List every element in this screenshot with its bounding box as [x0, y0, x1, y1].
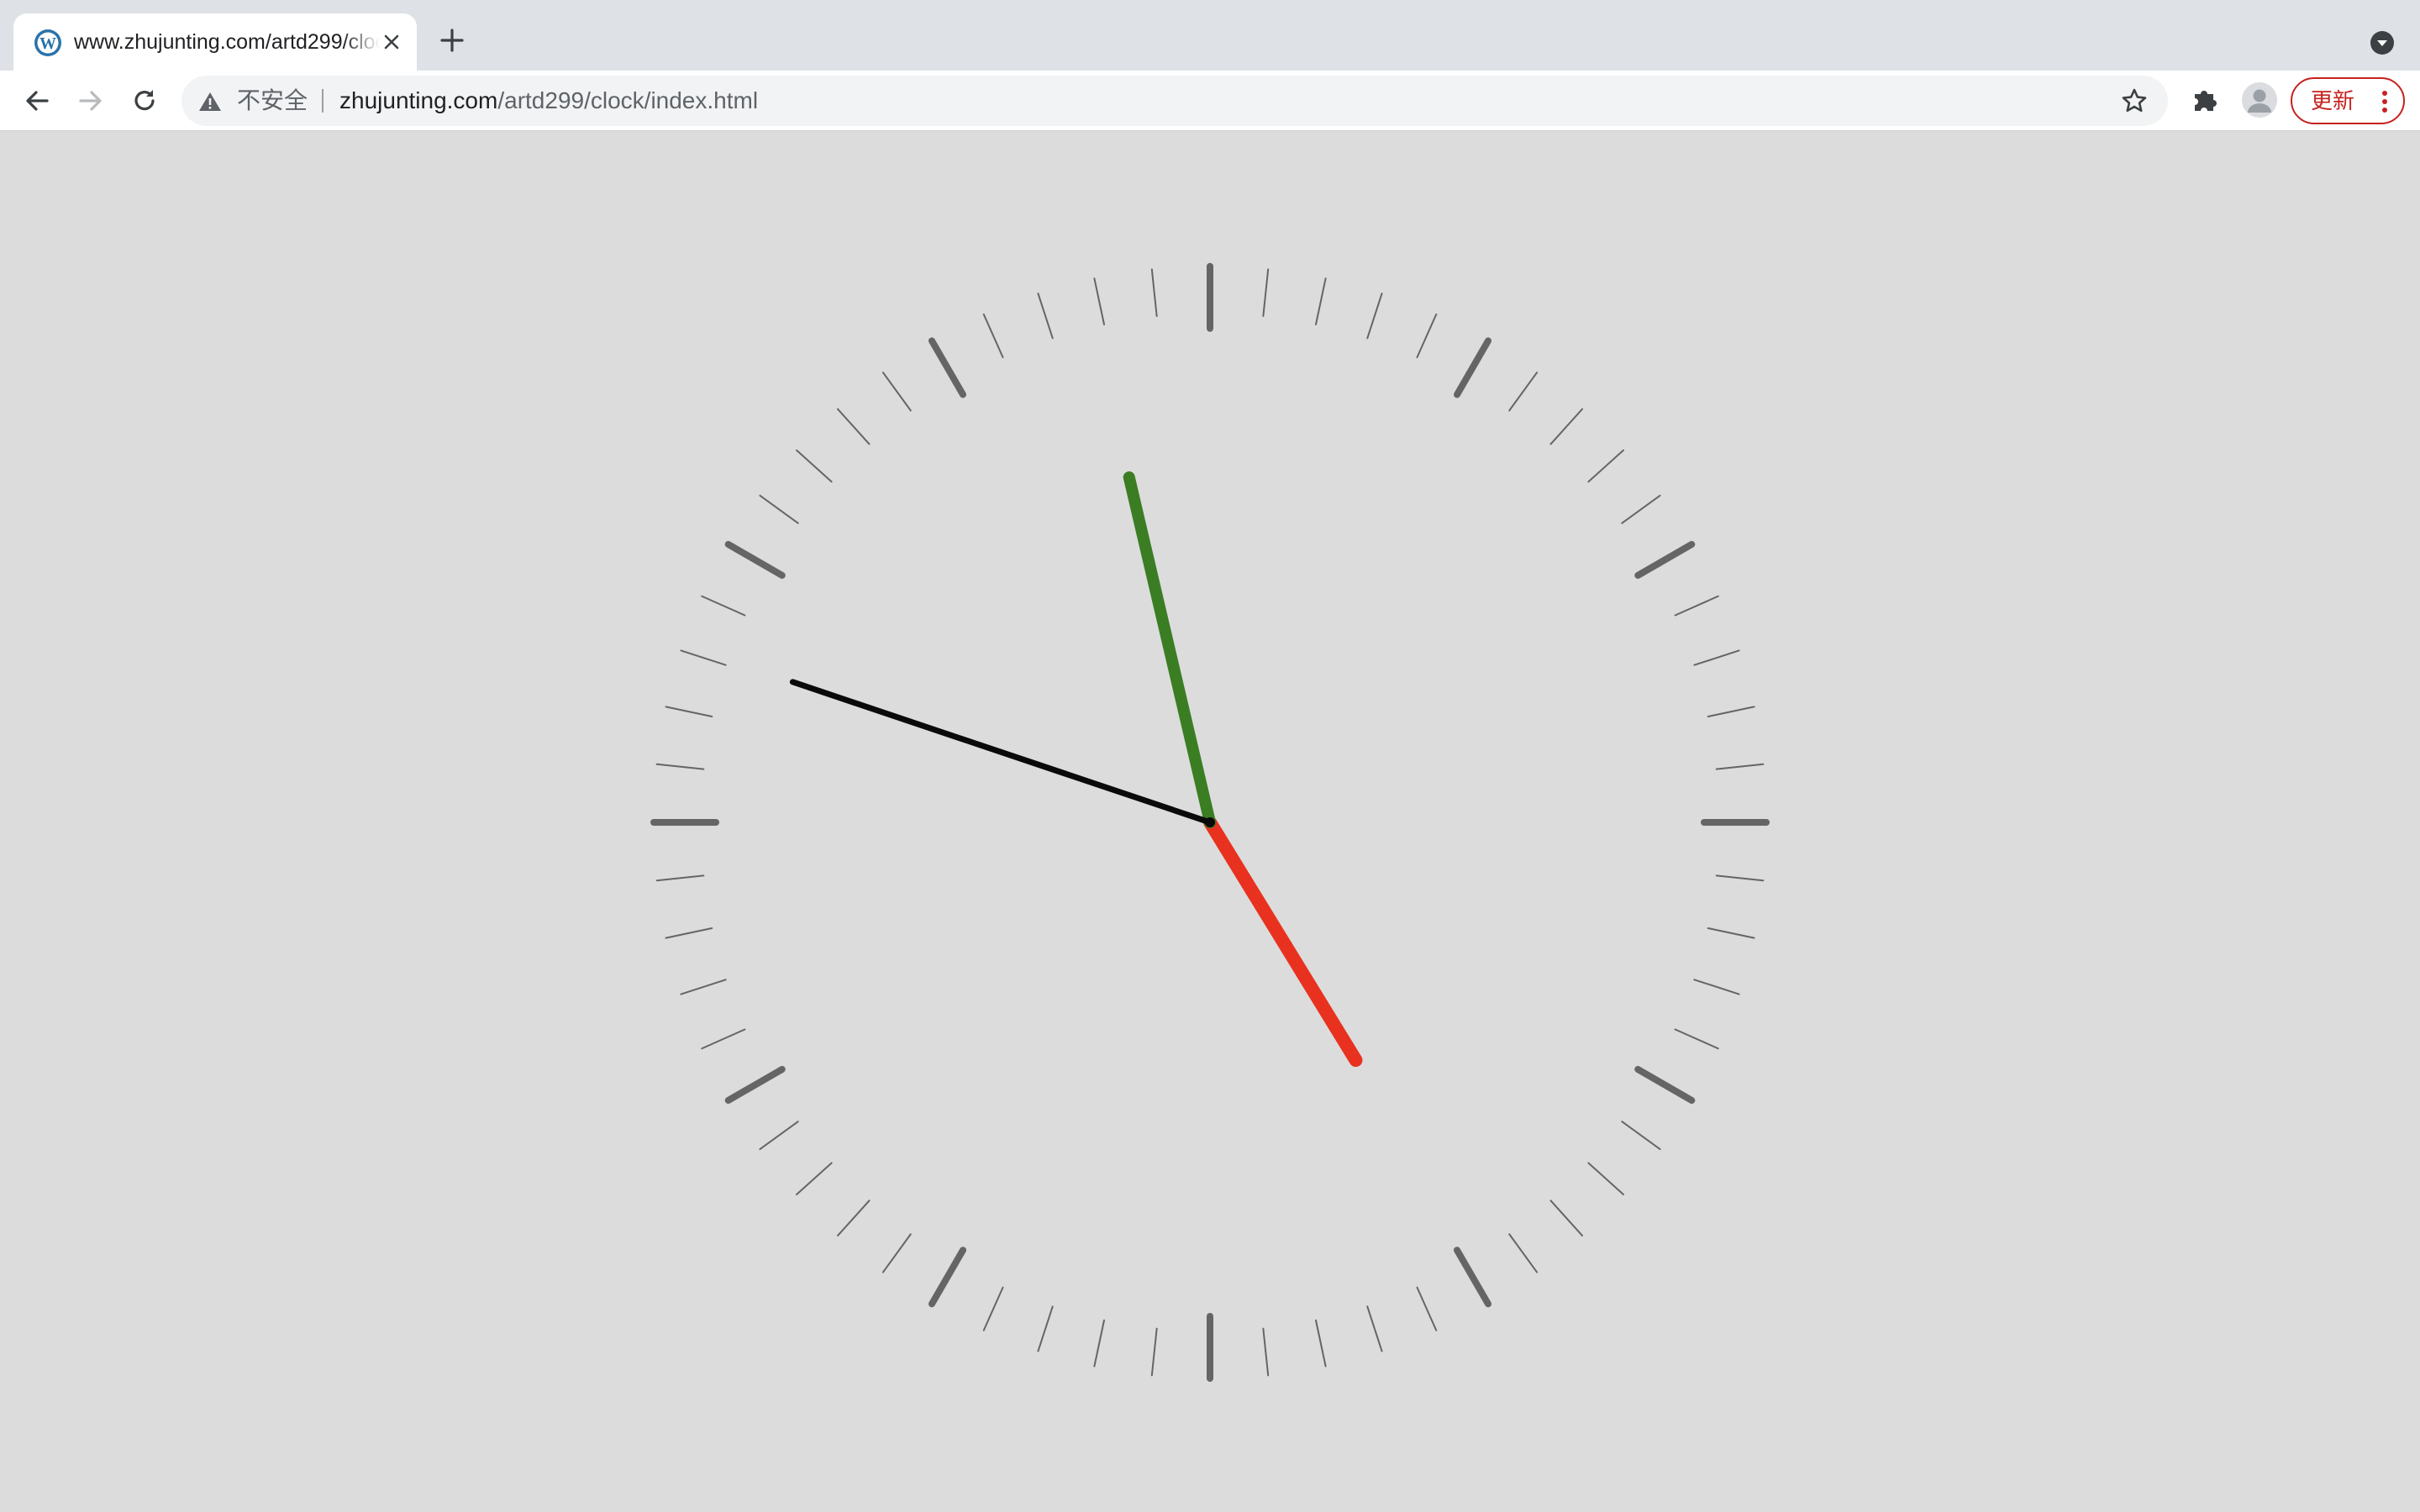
minor-tick — [1674, 1028, 1719, 1050]
security-label[interactable]: 不安全 — [237, 76, 308, 126]
minor-tick — [655, 763, 705, 770]
minor-tick — [1508, 371, 1539, 412]
chevron-down-circle-icon[interactable] — [2370, 30, 2395, 55]
person-icon[interactable] — [2242, 82, 2277, 118]
major-tick — [724, 541, 786, 579]
minor-tick — [837, 408, 871, 445]
puzzle-icon[interactable] — [2190, 84, 2220, 114]
minor-tick — [1707, 927, 1755, 939]
minor-tick — [1037, 292, 1054, 339]
hour-hand — [1203, 816, 1363, 1068]
minor-tick — [1693, 649, 1740, 666]
minor-tick — [1150, 1327, 1158, 1377]
minor-tick — [680, 649, 727, 666]
major-tick — [1454, 1247, 1491, 1308]
kebab-menu-icon[interactable] — [2380, 89, 2390, 114]
minor-tick — [1549, 1200, 1583, 1236]
minor-tick — [1707, 706, 1755, 718]
url-host: zhujunting.com — [339, 87, 498, 113]
minute-hand — [1123, 471, 1216, 828]
tab-title: www.zhujunting.com/artd299/clock/index.h… — [74, 30, 380, 54]
minor-tick — [1416, 313, 1438, 359]
minor-tick — [881, 1233, 912, 1273]
minor-tick — [1693, 979, 1740, 995]
minor-tick — [759, 1121, 799, 1151]
browser-toolbar: 不安全 zhujunting.com/artd299/clock/index.h… — [0, 71, 2420, 131]
major-tick — [1454, 337, 1491, 398]
second-hand — [789, 679, 1213, 826]
major-tick — [929, 1247, 966, 1308]
url-text[interactable]: zhujunting.com/artd299/clock/index.html — [339, 76, 758, 126]
minor-tick — [1037, 1305, 1054, 1352]
minor-tick — [701, 1028, 746, 1050]
minor-tick — [1262, 268, 1270, 318]
minor-tick — [1314, 1319, 1327, 1368]
minor-tick — [837, 1200, 871, 1236]
reload-icon[interactable] — [128, 84, 161, 118]
page-content — [0, 131, 2420, 1512]
minor-tick — [759, 494, 799, 524]
minor-tick — [1549, 408, 1583, 445]
avatar-silhouette — [2242, 82, 2277, 118]
browser-tab[interactable]: W www.zhujunting.com/artd299/clock/index… — [13, 13, 417, 71]
url-path: /artd299/clock/index.html — [497, 87, 759, 113]
major-tick — [929, 337, 966, 398]
minor-tick — [1715, 763, 1765, 770]
major-tick — [1634, 541, 1696, 579]
minor-tick — [1621, 1121, 1661, 1151]
minor-tick — [796, 449, 833, 483]
minor-tick — [982, 313, 1004, 359]
omnibox-divider — [322, 89, 324, 113]
minor-tick — [982, 1286, 1004, 1331]
arrow-left-icon[interactable] — [20, 84, 54, 118]
minor-tick — [1150, 268, 1158, 318]
update-label: 更新 — [2311, 88, 2355, 113]
minor-tick — [1587, 449, 1624, 483]
minor-tick — [881, 371, 912, 412]
minor-tick — [1508, 1233, 1539, 1273]
minor-tick — [1674, 595, 1719, 617]
plus-icon[interactable] — [437, 25, 467, 55]
tab-strip: W www.zhujunting.com/artd299/clock/index… — [0, 0, 2420, 71]
minor-tick — [655, 874, 705, 882]
arrow-right-icon[interactable] — [74, 84, 108, 118]
minor-tick — [1314, 277, 1327, 326]
warning-triangle-icon[interactable] — [198, 91, 222, 113]
minor-tick — [665, 706, 713, 718]
minor-tick — [796, 1162, 833, 1195]
minor-tick — [1093, 277, 1106, 326]
svg-text:W: W — [39, 34, 56, 53]
minor-tick — [1366, 292, 1383, 339]
minor-tick — [1262, 1327, 1270, 1377]
minor-tick — [1621, 494, 1661, 524]
major-tick — [724, 1066, 786, 1104]
minor-tick — [665, 927, 713, 939]
clock-hub — [1205, 817, 1215, 827]
star-icon[interactable] — [2121, 87, 2148, 114]
wordpress-icon: W — [34, 29, 61, 56]
minor-tick — [680, 979, 727, 995]
minor-tick — [1715, 874, 1765, 882]
minor-tick — [1366, 1305, 1383, 1352]
minor-tick — [1093, 1319, 1106, 1368]
update-button[interactable]: 更新 — [2291, 77, 2405, 124]
address-bar[interactable]: 不安全 zhujunting.com/artd299/clock/index.h… — [182, 76, 2168, 126]
close-icon[interactable] — [380, 30, 403, 54]
analog-clock — [650, 263, 1770, 1382]
minor-tick — [1416, 1286, 1438, 1331]
minor-tick — [701, 595, 746, 617]
major-tick — [1634, 1066, 1696, 1104]
minor-tick — [1587, 1162, 1624, 1195]
